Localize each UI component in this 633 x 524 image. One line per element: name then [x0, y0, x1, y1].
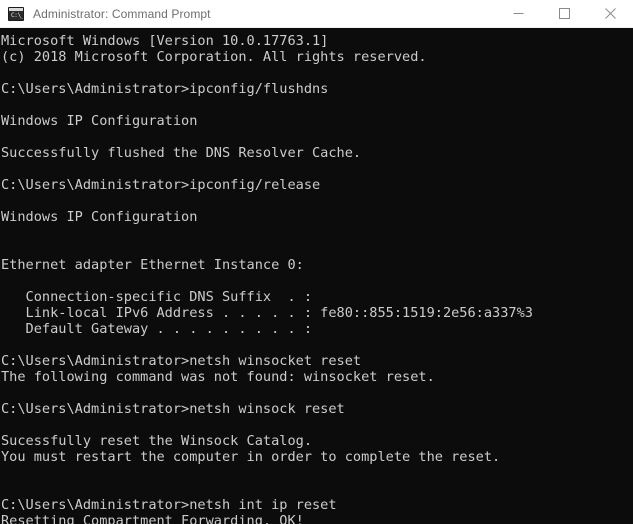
console-line: Windows IP Configuration	[1, 113, 198, 129]
console-line: Microsoft Windows [Version 10.0.17763.1]	[1, 33, 329, 49]
window-controls	[495, 0, 633, 27]
console-line: C:\Users\Administrator>ipconfig/flushdns	[1, 81, 329, 97]
console-line: Resetting Compartment Forwarding, OK!	[1, 513, 304, 524]
console-line: C:\Users\Administrator>netsh winsocket r…	[1, 353, 362, 369]
minimize-button[interactable]	[495, 0, 541, 27]
maximize-button[interactable]	[541, 0, 587, 27]
minimize-icon	[513, 13, 523, 14]
console-line: Ethernet adapter Ethernet Instance 0:	[1, 257, 304, 273]
console-icon-titlestrip	[9, 7, 23, 11]
console-line: Link-local IPv6 Address . . . . . : fe80…	[1, 305, 533, 321]
console-output-area[interactable]: Microsoft Windows [Version 10.0.17763.1]…	[0, 28, 633, 524]
window-titlebar[interactable]: C:\_ Administrator: Command Prompt	[0, 0, 633, 28]
console-line: (c) 2018 Microsoft Corporation. All righ…	[1, 49, 427, 65]
maximize-icon	[558, 8, 570, 19]
close-icon	[604, 8, 616, 19]
close-button[interactable]	[587, 0, 633, 27]
console-line: The following command was not found: win…	[1, 369, 435, 385]
command-prompt-window: C:\_ Administrator: Command Prompt Micro…	[0, 0, 633, 524]
console-line: Connection-specific DNS Suffix . :	[1, 289, 312, 305]
console-line: Windows IP Configuration	[1, 209, 198, 225]
console-line: C:\Users\Administrator>netsh int ip rese…	[1, 497, 337, 513]
console-line: Default Gateway . . . . . . . . . :	[1, 321, 312, 337]
console-line: C:\Users\Administrator>netsh winsock res…	[1, 401, 345, 417]
console-line: Sucessfully reset the Winsock Catalog.	[1, 433, 312, 449]
console-line: Successfully flushed the DNS Resolver Ca…	[1, 145, 362, 161]
console-line: You must restart the computer in order t…	[1, 449, 501, 465]
console-line: C:\Users\Administrator>ipconfig/release	[1, 177, 321, 193]
titlebar-left-group: C:\_ Administrator: Command Prompt	[0, 6, 495, 21]
console-icon-prompt-glyph: C:\_	[11, 11, 24, 19]
window-title: Administrator: Command Prompt	[33, 6, 211, 21]
console-icon: C:\_	[8, 6, 24, 21]
